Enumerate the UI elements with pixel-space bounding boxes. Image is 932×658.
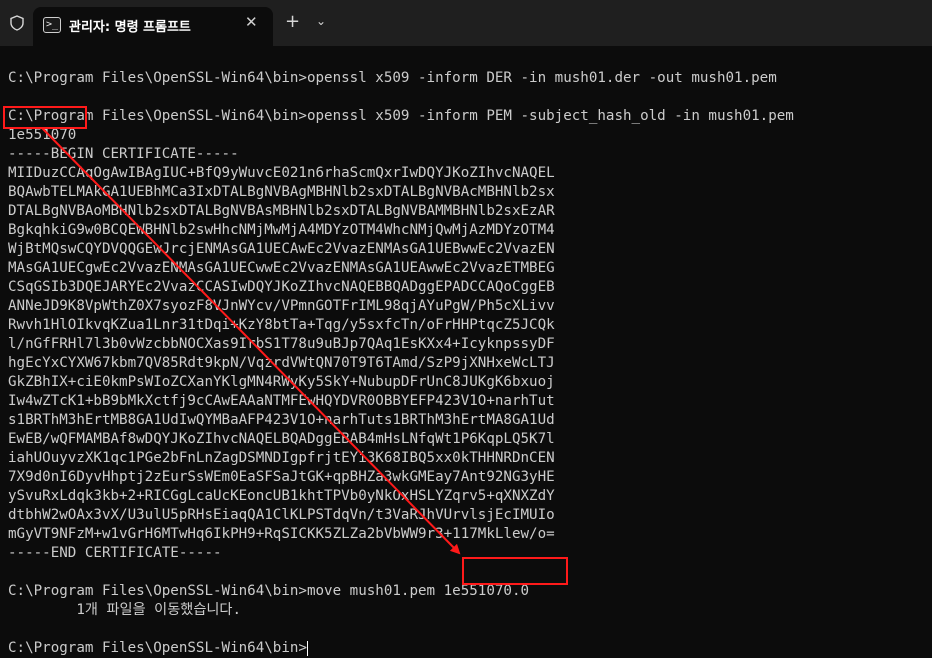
annotation-arrow xyxy=(41,127,461,555)
